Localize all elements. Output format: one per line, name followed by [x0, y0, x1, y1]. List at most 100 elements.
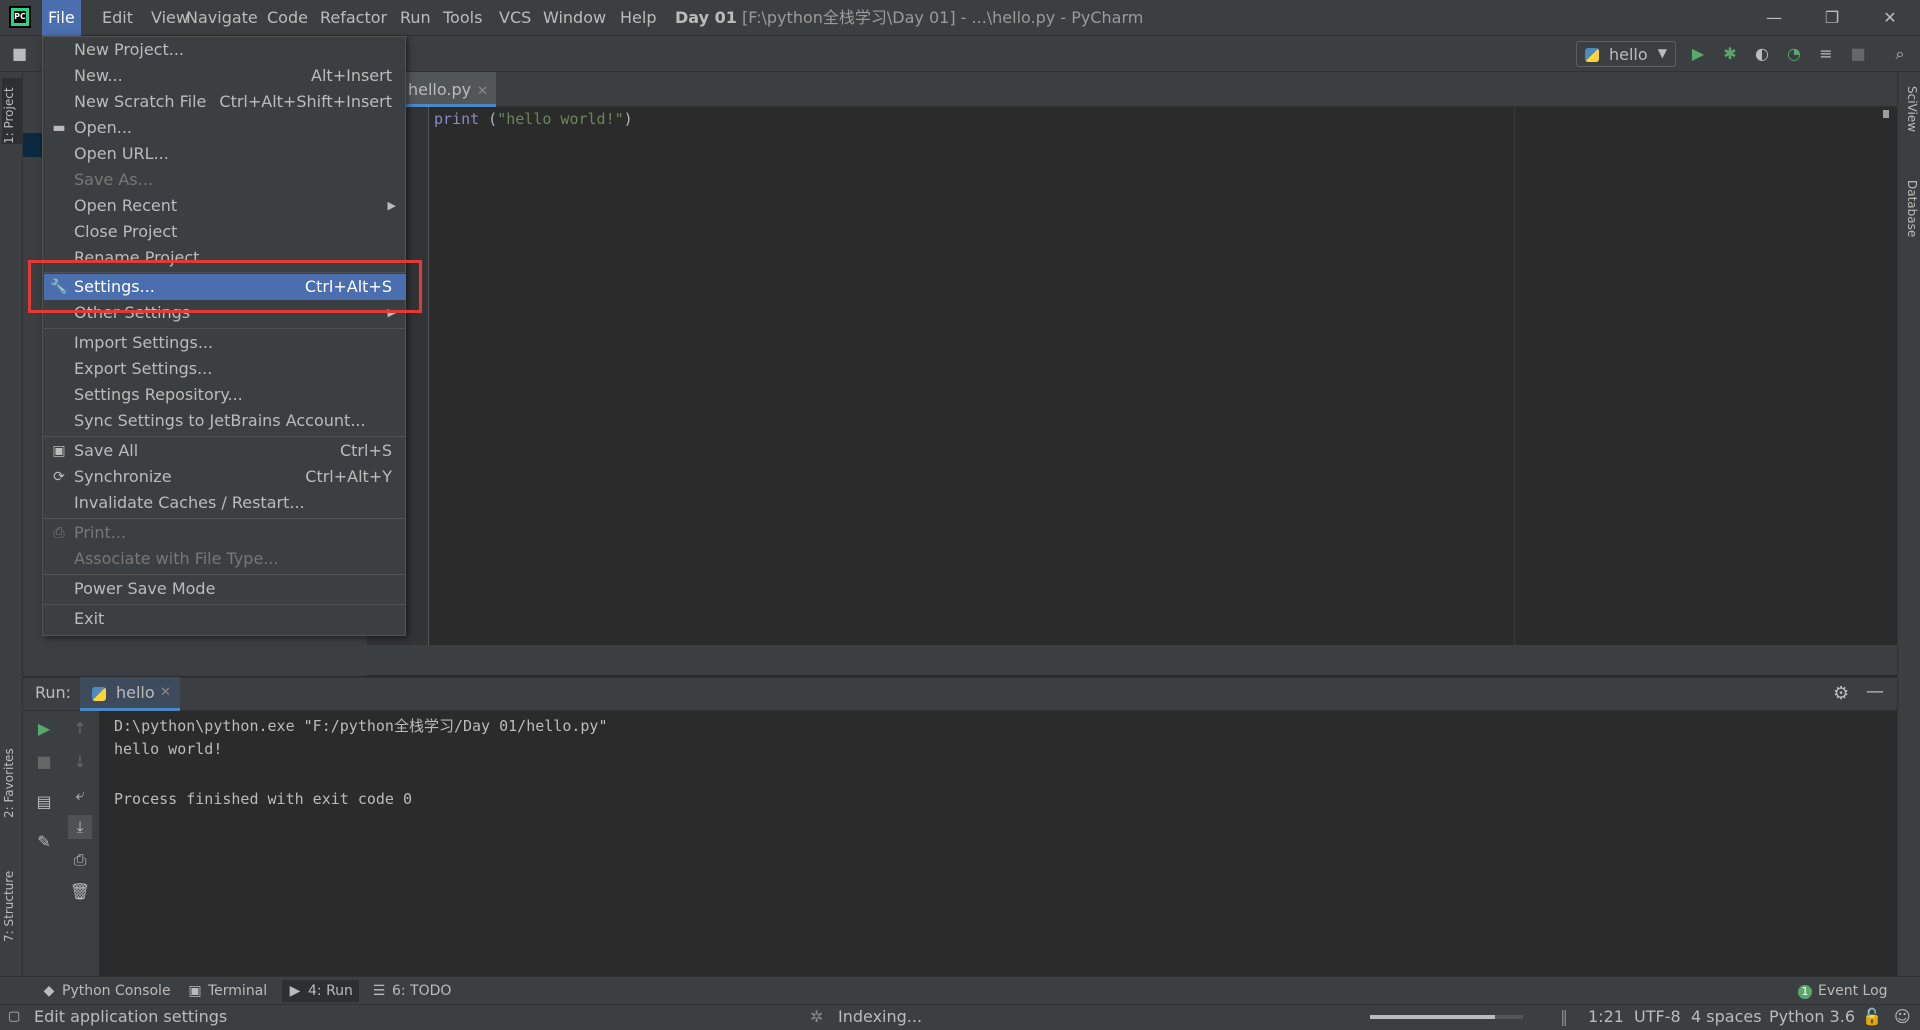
menu-power-save-mode[interactable]: Power Save Mode — [44, 576, 406, 602]
menu-refactor[interactable]: Refactor — [314, 0, 393, 36]
status-bar — [0, 1004, 1920, 1030]
python-console-tab[interactable]: ◆ Python Console — [42, 980, 171, 1002]
menu-invalidate-caches[interactable]: Invalidate Caches / Restart... — [44, 490, 406, 516]
menu-window[interactable]: Window — [537, 0, 612, 36]
python-interpreter[interactable]: Python 3.6 — [1769, 1005, 1855, 1029]
gear-icon[interactable]: ⚙ — [1833, 683, 1849, 704]
file-encoding[interactable]: UTF-8 — [1634, 1005, 1681, 1029]
code-paren-open: ( — [479, 110, 498, 128]
menu-open-url[interactable]: Open URL... — [44, 141, 406, 167]
console-output[interactable] — [100, 711, 1897, 976]
close-tab-icon[interactable]: ✕ — [160, 685, 171, 700]
menu-file[interactable]: File — [42, 0, 81, 36]
save-icon: ▣ — [52, 443, 66, 459]
menu-help[interactable]: Help — [614, 0, 662, 36]
menu-sync-settings[interactable]: Sync Settings to JetBrains Account... — [44, 408, 406, 434]
hide-panel-icon[interactable]: — — [1866, 681, 1884, 702]
menu-exit[interactable]: Exit — [44, 606, 406, 632]
restore-button[interactable]: ❐ — [1803, 0, 1861, 36]
scroll-down-icon[interactable]: ↓ — [68, 750, 92, 774]
menu-export-settings[interactable]: Export Settings... — [44, 356, 406, 382]
inspection-indicator-icon[interactable] — [1883, 110, 1889, 118]
project-tool-tab[interactable]: 1: Project — [2, 78, 22, 144]
event-log-tab[interactable]: 1 Event Log — [1798, 980, 1888, 1002]
search-icon[interactable]: ⌕ — [1888, 42, 1912, 66]
editor-tab-label: hello.py — [408, 80, 472, 99]
trash-icon[interactable]: 🗑 — [68, 880, 92, 904]
editor-breadcrumb-bar — [367, 645, 1897, 675]
indexing-label[interactable]: Indexing... — [838, 1005, 922, 1029]
folder-icon[interactable]: ■ — [12, 44, 27, 63]
code-function: print — [434, 110, 480, 128]
layout-icon[interactable]: ▤ — [32, 790, 56, 814]
coverage-icon[interactable]: ◐ — [1750, 42, 1774, 66]
editor-tab-hello[interactable]: hello.py ✕ — [400, 72, 496, 107]
terminal-tab[interactable]: ▣ Terminal — [188, 980, 267, 1002]
menu-open[interactable]: ▬ Open... — [44, 115, 406, 141]
menu-separator — [44, 604, 406, 605]
todo-tab[interactable]: ☰ 6: TODO — [372, 980, 452, 1002]
pause-icon[interactable]: ‖ — [1560, 1005, 1568, 1029]
menu-new-scratch-file[interactable]: New Scratch File Ctrl+Alt+Shift+Insert — [44, 89, 406, 115]
menu-code[interactable]: Code — [261, 0, 314, 36]
scroll-up-icon[interactable]: ↑ — [68, 717, 92, 741]
status-message: Edit application settings — [34, 1007, 228, 1026]
menu-item-label: Associate with File Type... — [74, 549, 279, 568]
project-tree-selection[interactable] — [23, 133, 43, 157]
menu-settings-repository[interactable]: Settings Repository... — [44, 382, 406, 408]
minimize-button[interactable]: — — [1745, 0, 1803, 36]
indexing-spinner-icon: ✲ — [810, 1007, 824, 1026]
rerun-icon[interactable]: ▶ — [32, 717, 56, 741]
favorites-tool-tab[interactable]: 2: Favorites — [2, 748, 22, 818]
inspector-icon[interactable]: ☺ — [1894, 1005, 1911, 1029]
code-line-1[interactable]: print ("hello world!") — [434, 110, 633, 128]
concurrency-icon[interactable]: ≡ — [1814, 42, 1838, 66]
menu-vcs[interactable]: VCS — [493, 0, 537, 36]
menu-run[interactable]: Run — [394, 0, 437, 36]
structure-tool-tab[interactable]: 7: Structure — [2, 862, 22, 942]
run-tool-tab[interactable]: ▶ 4: Run — [282, 980, 359, 1002]
menu-item-label: Synchronize — [74, 467, 172, 486]
menu-edit[interactable]: Edit — [96, 0, 139, 36]
menu-new-project[interactable]: New Project... — [44, 37, 406, 63]
menu-item-label: Save As... — [74, 170, 153, 189]
pin-icon[interactable]: ✎ — [32, 830, 56, 854]
run-config-select[interactable]: hello ▼ — [1576, 41, 1676, 67]
run-tab-hello[interactable]: hello ✕ — [80, 677, 180, 711]
run-icon[interactable]: ▶ — [1686, 42, 1710, 66]
menu-associate-file-type[interactable]: Associate with File Type... — [44, 546, 406, 572]
code-editor[interactable] — [430, 107, 1897, 645]
menu-navigate[interactable]: Navigate — [180, 0, 264, 36]
menu-new[interactable]: New... Alt+Insert — [44, 63, 406, 89]
toggle-tool-windows-icon[interactable]: ▢ — [8, 1005, 20, 1029]
menu-synchronize[interactable]: ⟳ Synchronize Ctrl+Alt+Y — [44, 464, 406, 490]
profile-icon[interactable]: ◔ — [1782, 42, 1806, 66]
close-tab-icon[interactable]: ✕ — [477, 84, 488, 99]
soft-wrap-icon[interactable]: ⤶ — [68, 783, 92, 807]
menu-tools[interactable]: Tools — [437, 0, 488, 36]
run-tab-label: hello — [116, 683, 155, 702]
sciview-tool-tab[interactable]: SciView — [1899, 86, 1919, 156]
menu-close-project[interactable]: Close Project — [44, 219, 406, 245]
menu-save-all[interactable]: ▣ Save All Ctrl+S — [44, 438, 406, 464]
menu-item-label: Print... — [74, 523, 127, 542]
menu-open-recent[interactable]: Open Recent ▶ — [44, 193, 406, 219]
scroll-to-end-icon[interactable]: ⤓ — [68, 815, 92, 839]
stop-icon[interactable]: ■ — [1846, 42, 1870, 66]
database-tool-tab[interactable]: Database — [1899, 180, 1919, 260]
menu-item-label: Invalidate Caches / Restart... — [74, 493, 305, 512]
cursor-position[interactable]: 1:21 — [1588, 1005, 1624, 1029]
indent-setting[interactable]: 4 spaces — [1691, 1005, 1762, 1029]
python-console-label: Python Console — [62, 983, 171, 999]
stop-icon[interactable]: ■ — [32, 750, 56, 774]
debug-icon[interactable]: ✱ — [1718, 42, 1742, 66]
close-button[interactable]: ✕ — [1861, 0, 1919, 36]
menu-print[interactable]: ⎙ Print... — [44, 520, 406, 546]
menu-import-settings[interactable]: Import Settings... — [44, 330, 406, 356]
print-icon[interactable]: ⎙ — [68, 848, 92, 872]
python-icon: ◆ — [43, 983, 55, 999]
menu-item-label: Save All — [74, 441, 139, 460]
run-panel-label: Run: — [35, 683, 72, 702]
menu-save-as[interactable]: Save As... — [44, 167, 406, 193]
lock-icon[interactable]: 🔓 — [1862, 1005, 1882, 1029]
